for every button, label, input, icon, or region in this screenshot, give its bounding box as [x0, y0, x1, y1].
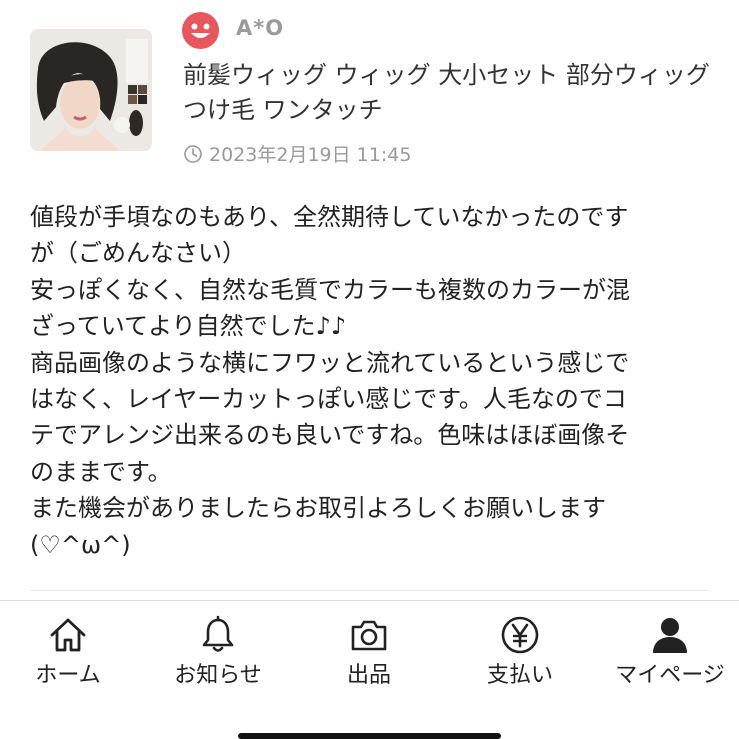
tab-payment-label: 支払い [486, 663, 553, 688]
tab-home-label: ホーム [35, 663, 101, 688]
review-line: また機会がありましたらお取引よろしくお願いします [30, 494, 606, 523]
review-line: テでアレンジ出来るのも良いですね。色味はほぼ画像そ [30, 421, 630, 450]
review-page: A*O 前髪ウィッグ ウィッグ 大小セット 部分ウィッグ つけ毛 ワンタッチ 2… [0, 0, 739, 739]
person-icon [653, 618, 687, 653]
tab-notifications-label: お知らせ [174, 663, 262, 688]
review-line: ざっていてより自然でした♪♪ [30, 312, 347, 341]
tab-home[interactable]: ホーム [0, 601, 138, 701]
review-line: (♡^ω^) [30, 530, 131, 559]
home-icon [50, 618, 86, 652]
review-line: 安っぽくなく、自然な毛質でカラーも複数のカラーが混 [30, 275, 630, 304]
home-indicator[interactable] [238, 733, 501, 739]
tab-payment[interactable]: 支払い [450, 601, 590, 701]
yen-icon [501, 616, 539, 654]
review-line: のままです。 [30, 457, 172, 486]
review-date-row: 2023年2月19日 11:45 [183, 140, 411, 167]
product-thumbnail[interactable] [30, 29, 152, 151]
tab-mypage[interactable]: マイページ [600, 601, 739, 701]
tab-notifications[interactable]: お知らせ [148, 601, 288, 701]
review-line: 商品画像のような横にフワッと流れているという感じで [30, 348, 630, 377]
review-line: はなく、レイヤーカットっぽい感じです。人毛なのでコ [30, 385, 627, 414]
clock-icon [184, 144, 202, 163]
review-date: 2023年2月19日 11:45 [209, 144, 412, 166]
tab-sell-label: 出品 [346, 663, 391, 688]
review-header: A*O 前髪ウィッグ ウィッグ 大小セット 部分ウィッグ つけ毛 ワンタッチ 2… [0, 0, 739, 180]
user-avatar-icon[interactable] [182, 12, 219, 49]
tab-mypage-label: マイページ [615, 663, 725, 688]
bell-icon [202, 615, 234, 652]
review-line: 値段が手頃なのもあり、全然期待していなかったのです [30, 203, 629, 231]
camera-icon [351, 620, 387, 651]
review-text: 値段が手頃なのもあり、全然期待していなかったのです が（ごめんなさい） 安っぽく… [30, 199, 715, 563]
bottom-tab-bar: ホーム お知らせ 出品 支払い マイページ [0, 600, 739, 701]
user-name[interactable]: A*O [236, 16, 284, 40]
review-line: が（ごめんなさい） [30, 239, 246, 268]
product-title[interactable]: 前髪ウィッグ ウィッグ 大小セット 部分ウィッグ つけ毛 ワンタッチ [183, 58, 713, 128]
tab-sell[interactable]: 出品 [299, 601, 439, 701]
wig-product-image [30, 29, 152, 151]
divider [30, 590, 709, 591]
